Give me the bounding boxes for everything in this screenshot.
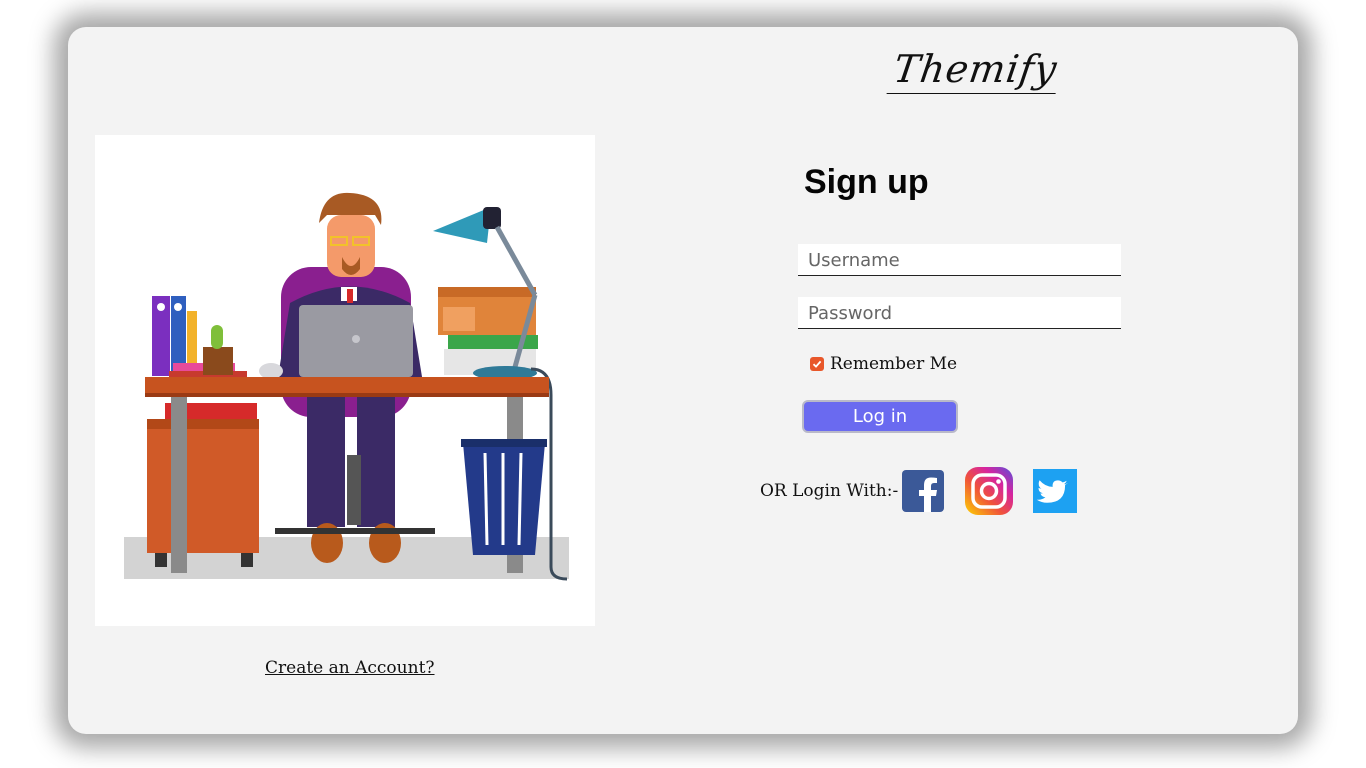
office-worker-image [124, 192, 569, 581]
username-input[interactable] [798, 244, 1121, 276]
remember-me-row: Remember Me [810, 354, 957, 374]
login-button[interactable]: Log in [802, 400, 958, 433]
brand-logo: Themify [886, 45, 1063, 94]
instagram-login-button[interactable] [964, 466, 1014, 516]
facebook-icon [902, 470, 944, 512]
check-icon [812, 360, 822, 368]
twitter-login-button[interactable] [1033, 469, 1077, 513]
create-account-link[interactable]: Create an Account? [265, 658, 435, 678]
password-input[interactable] [798, 297, 1121, 329]
office-illustration [95, 135, 595, 626]
login-card: Themify Create an Account? Sign up Usern… [68, 27, 1298, 734]
social-login-label: OR Login With:- [760, 481, 899, 501]
remember-me-checkbox[interactable] [810, 357, 824, 371]
remember-me-label: Remember Me [830, 354, 958, 374]
facebook-login-button[interactable] [902, 470, 944, 512]
instagram-icon [965, 467, 1013, 515]
page-title: Sign up [804, 163, 929, 201]
twitter-icon [1033, 469, 1077, 513]
